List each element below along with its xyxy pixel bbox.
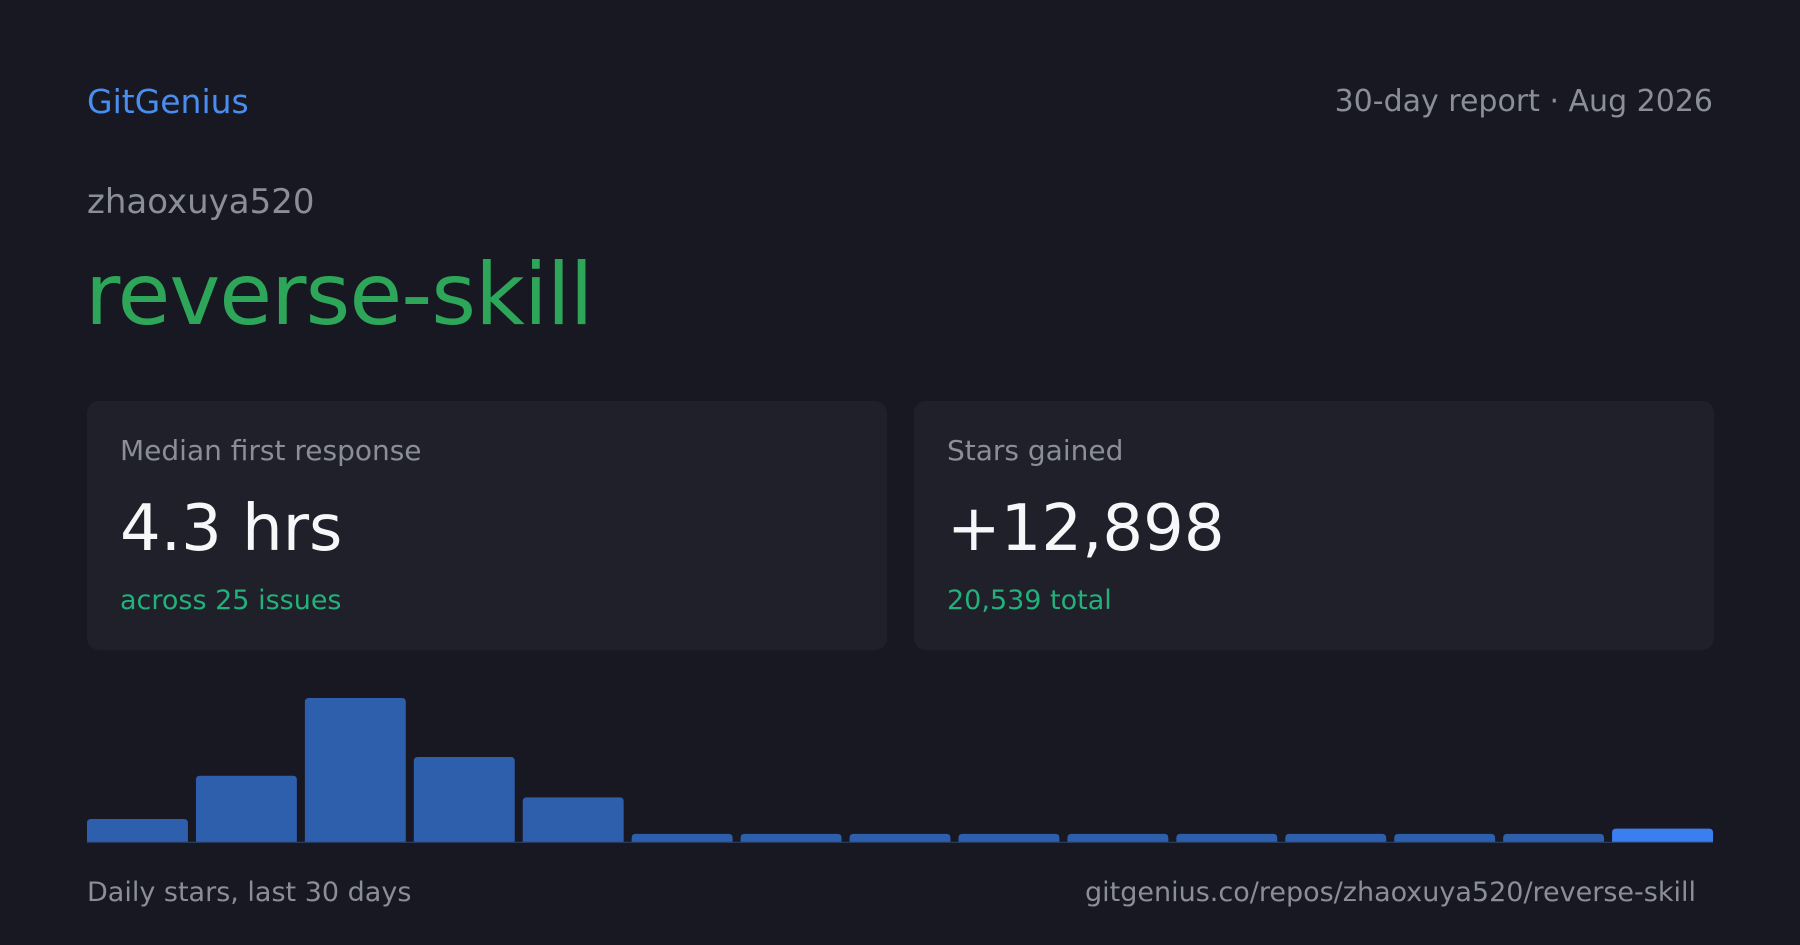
response-time-label: Median first response — [120, 434, 422, 467]
chart-bar-day-9 — [958, 833, 1060, 842]
response-time-subtext: across 25 issues — [120, 585, 342, 616]
chart-bar-day-8 — [849, 833, 951, 842]
repo-name: reverse-skill — [85, 245, 594, 345]
chart-bar-day-4 — [413, 757, 515, 842]
chart-bar-day-1 — [87, 818, 188, 842]
chart-bar-day-3 — [304, 698, 406, 842]
chart-bar-day-10 — [1067, 833, 1169, 842]
repo-url[interactable]: gitgenius.co/repos/zhaoxuya520/reverse-s… — [1085, 873, 1696, 913]
stars-gained-value: +12,898 — [947, 492, 1225, 566]
chart-bar-day-5 — [522, 797, 624, 842]
stars-total-subtext: 20,539 total — [947, 585, 1112, 616]
chart-caption: Daily stars, last 30 days — [87, 877, 412, 908]
chart-bar-day-13 — [1394, 833, 1496, 842]
chart-bar-day-7 — [740, 833, 842, 842]
response-time-value: 4.3 hrs — [120, 492, 343, 566]
daily-stars-chart — [87, 698, 1713, 843]
stars-gained-card: Stars gained +12,898 20,539 total — [914, 401, 1714, 650]
response-time-card: Median first response 4.3 hrs across 25 … — [87, 401, 887, 650]
repo-owner: zhaoxuya520 — [87, 182, 315, 222]
chart-bar-day-2 — [195, 775, 297, 842]
chart-bar-day-11 — [1176, 833, 1278, 842]
chart-bar-day-15 — [1612, 828, 1713, 842]
chart-bar-day-6 — [631, 833, 733, 842]
chart-bar-day-12 — [1285, 833, 1387, 842]
chart-bar-day-14 — [1503, 833, 1605, 842]
report-period-label: 30-day report · Aug 2026 — [1334, 84, 1713, 119]
stars-gained-label: Stars gained — [947, 434, 1124, 467]
brand-logo-text[interactable]: GitGenius — [87, 80, 249, 124]
